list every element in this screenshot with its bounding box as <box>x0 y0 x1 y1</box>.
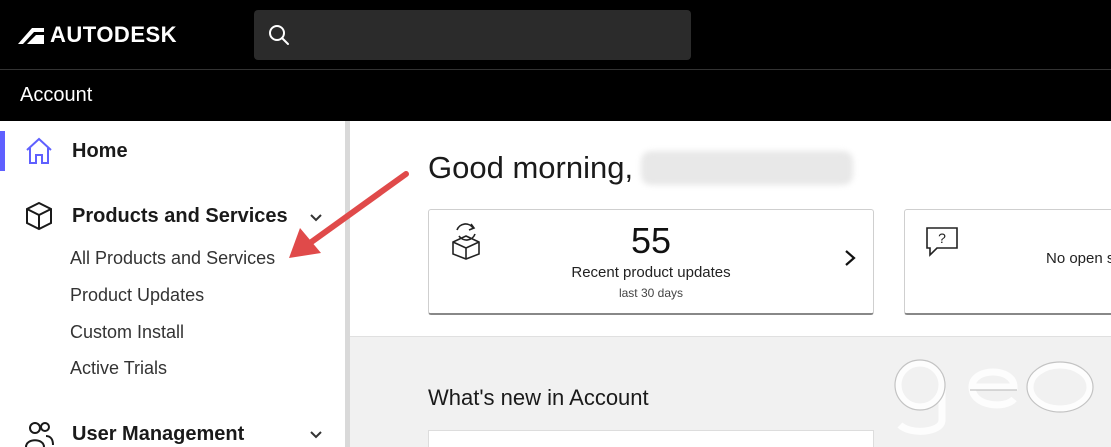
sidebar <box>0 121 345 447</box>
search-input[interactable] <box>254 10 691 60</box>
sidebar-item-products-and-services[interactable]: Products and Services <box>24 201 288 231</box>
box-icon <box>26 201 52 231</box>
chevron-down-icon[interactable] <box>308 426 324 442</box>
autodesk-logo-mark-icon <box>18 28 44 44</box>
autodesk-logo[interactable]: AUTODESK <box>18 22 177 48</box>
updates-label: Recent product updates <box>571 264 731 281</box>
sidebar-subitem-all-products[interactable]: All Products and Services <box>70 248 275 269</box>
account-header-bar: Account <box>0 69 1111 121</box>
sidebar-item-label: Products and Services <box>72 204 288 227</box>
brand-name: AUTODESK <box>50 22 178 47</box>
active-indicator <box>0 131 5 171</box>
support-question-icon: ? <box>926 227 958 257</box>
watermark-logo <box>894 359 1094 435</box>
sidebar-subitem-product-updates[interactable]: Product Updates <box>70 285 204 306</box>
blurred-username <box>641 151 854 185</box>
users-icon <box>25 422 54 447</box>
updates-count: 55 <box>630 220 672 261</box>
sidebar-item-label: Home <box>72 139 128 162</box>
updates-period: last 30 days <box>618 286 684 300</box>
support-cases-label: No open s <box>1046 250 1111 267</box>
chevron-right-icon[interactable] <box>843 248 857 268</box>
sidebar-item-user-management[interactable]: User Management <box>24 419 244 447</box>
greeting: Good morning, <box>428 150 854 186</box>
chevron-down-icon[interactable] <box>308 209 324 225</box>
sidebar-item-home[interactable]: Home <box>24 136 128 166</box>
top-navigation-bar: AUTODESK <box>0 0 1111 69</box>
sidebar-subitem-custom-install[interactable]: Custom Install <box>70 322 184 343</box>
sidebar-item-label: User Management <box>72 422 245 445</box>
whats-new-card[interactable] <box>428 430 874 447</box>
whats-new-title: What's new in Account <box>428 385 649 410</box>
support-cases-card[interactable]: ? No open s <box>904 209 1111 315</box>
greeting-text: Good morning, <box>428 150 634 185</box>
page-section-title: Account <box>20 84 93 106</box>
svg-text:?: ? <box>938 230 946 246</box>
home-icon <box>26 137 52 164</box>
product-updates-card[interactable]: 55 Recent product updates last 30 days <box>428 209 874 315</box>
sidebar-subitem-active-trials[interactable]: Active Trials <box>70 358 167 379</box>
search-icon <box>269 25 289 45</box>
